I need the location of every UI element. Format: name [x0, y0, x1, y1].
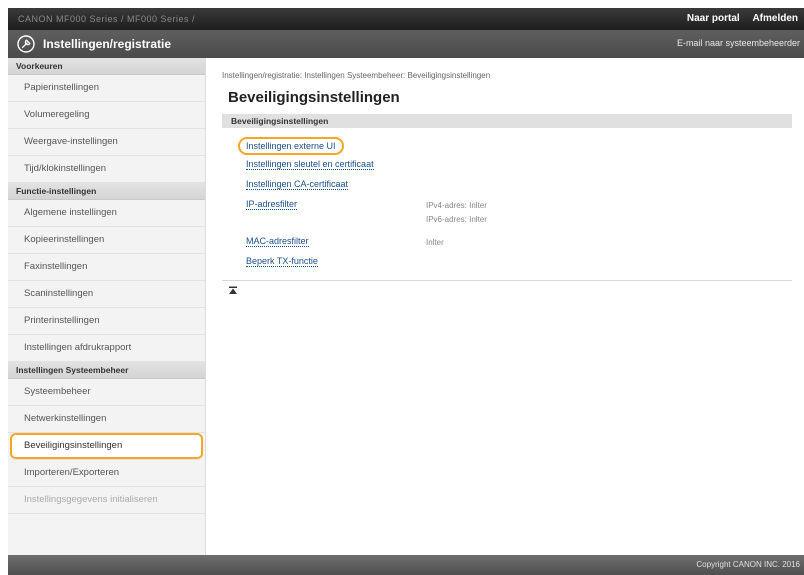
link-row-mac-filter: MAC-adresfilter [246, 236, 309, 247]
sidebar-heading-preferences: Voorkeuren [8, 58, 205, 75]
top-links: Naar portal Afmelden [677, 13, 798, 24]
section-header: Beveiligingsinstellingen [222, 114, 792, 128]
copyright-text: Copyright CANON INC. 2016 [696, 560, 800, 569]
sidebar-item-paper[interactable]: Papierinstellingen [8, 75, 205, 102]
portal-link[interactable]: Naar portal [687, 13, 740, 24]
sidebar-item-initialize[interactable]: Instellingsgegevens initialiseren [8, 487, 205, 514]
footer: Copyright CANON INC. 2016 [8, 555, 804, 575]
device-name: CANON MF000 Series / MF000 Series / [18, 14, 196, 24]
sidebar-item-copy[interactable]: Kopieerinstellingen [8, 227, 205, 254]
main-content: Instellingen/registratie: Instellingen S… [222, 58, 796, 555]
ca-certificate-link[interactable]: Instellingen CA-certificaat [246, 179, 349, 190]
mac-filter-value: Inlter [426, 238, 444, 247]
remote-ui-link[interactable]: Instellingen externe UI [238, 137, 344, 155]
sidebar-item-security[interactable]: Beveiligingsinstellingen [10, 433, 203, 460]
link-row-tx-restrict: Beperk TX-functie [246, 256, 318, 267]
link-row-remote-ui: Instellingen externe UI [238, 137, 344, 155]
top-bar: CANON MF000 Series / MF000 Series / Naar… [8, 8, 804, 30]
page-title: Beveiligingsinstellingen [228, 89, 400, 106]
ipv6-filter-value: IPv6-adres: Inlter [426, 215, 487, 224]
restrict-tx-link[interactable]: Beperk TX-functie [246, 256, 318, 267]
content-divider [222, 280, 792, 281]
app-title: Instellingen/registratie [43, 37, 172, 51]
sidebar-item-volume[interactable]: Volumeregeling [8, 102, 205, 129]
ip-filter-link[interactable]: IP-adresfilter [246, 199, 298, 210]
link-row-ca-cert: Instellingen CA-certificaat [246, 179, 349, 190]
sidebar-item-printer[interactable]: Printerinstellingen [8, 308, 205, 335]
email-admin-link[interactable]: E-mail naar systeembeheerder [677, 38, 800, 48]
logout-link[interactable]: Afmelden [752, 13, 798, 24]
sidebar-item-general[interactable]: Algemene instellingen [8, 200, 205, 227]
sidebar-item-network[interactable]: Netwerkinstellingen [8, 406, 205, 433]
back-to-top-icon[interactable] [228, 286, 238, 296]
sidebar: Voorkeuren Papierinstellingen Volumerege… [8, 58, 206, 555]
link-row-key-cert: Instellingen sleutel en certificaat [246, 159, 374, 170]
sidebar-item-display[interactable]: Weergave-instellingen [8, 129, 205, 156]
sidebar-heading-management: Instellingen Systeembeheer [8, 362, 205, 379]
sidebar-heading-function: Functie-instellingen [8, 183, 205, 200]
sidebar-item-fax[interactable]: Faxinstellingen [8, 254, 205, 281]
ipv4-filter-value: IPv4-adres: Inlter [426, 201, 487, 210]
breadcrumb: Instellingen/registratie: Instellingen S… [222, 71, 491, 80]
sidebar-item-timer[interactable]: Tijd/klokinstellingen [8, 156, 205, 183]
sidebar-item-system[interactable]: Systeembeheer [8, 379, 205, 406]
app-header: Instellingen/registratie E-mail naar sys… [8, 30, 804, 58]
mac-filter-link[interactable]: MAC-adresfilter [246, 236, 309, 247]
sidebar-item-import-export[interactable]: Importeren/Exporteren [8, 460, 205, 487]
link-row-ip-filter: IP-adresfilter [246, 199, 298, 210]
sidebar-item-scan[interactable]: Scaninstellingen [8, 281, 205, 308]
settings-wrench-icon [17, 35, 35, 53]
key-certificate-link[interactable]: Instellingen sleutel en certificaat [246, 159, 374, 170]
sidebar-item-report[interactable]: Instellingen afdrukrapport [8, 335, 205, 362]
